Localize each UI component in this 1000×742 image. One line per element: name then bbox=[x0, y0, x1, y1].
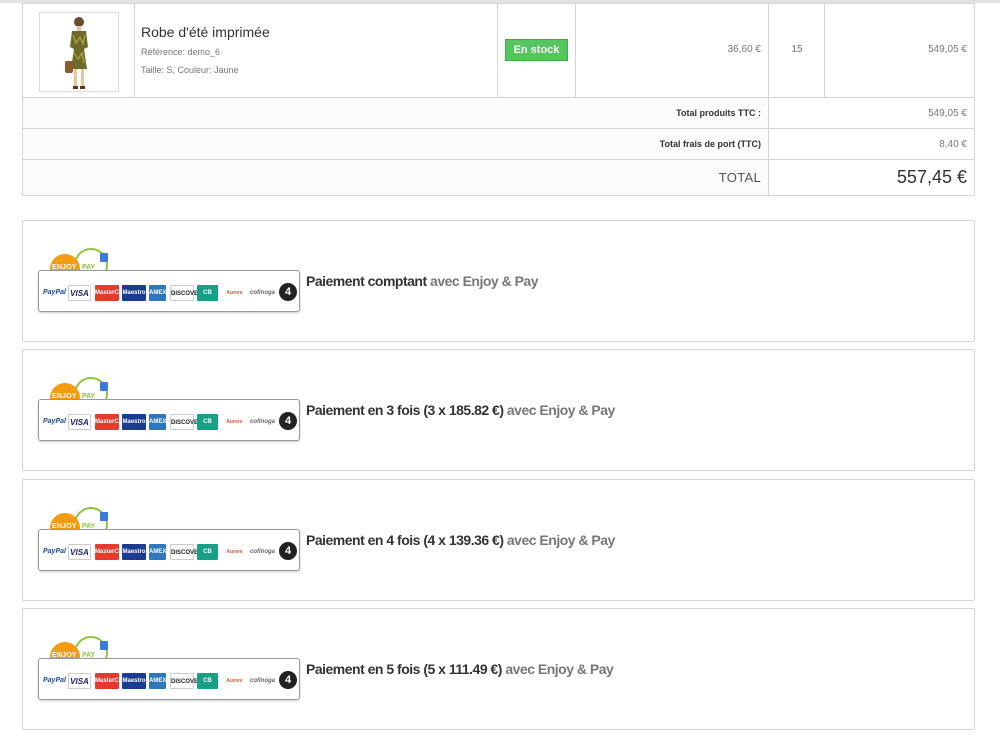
aurore-icon: Aurore bbox=[226, 290, 243, 296]
payment-option-suffix: avec Enjoy & Pay bbox=[426, 273, 538, 289]
grand-total-label: TOTAL bbox=[718, 170, 761, 185]
discover-icon: DISCOVER bbox=[170, 414, 202, 430]
payment-option-label[interactable]: Paiement en 4 fois (4 x 139.36 €) avec E… bbox=[306, 532, 615, 548]
total-products-label: Total produits TTC : bbox=[676, 108, 761, 118]
quantity-cell: 15 bbox=[769, 4, 825, 98]
amex-icon: AMEX bbox=[149, 673, 166, 689]
enjoy-pay-logo: ENJOY PAY PayPal VISA MasterCard Maestro… bbox=[38, 636, 300, 700]
visa-icon: VISA bbox=[68, 544, 91, 560]
maestro-icon: Maestro bbox=[122, 414, 146, 430]
product-availability-cell: En stock bbox=[498, 4, 576, 98]
card-mini-icon bbox=[100, 382, 108, 391]
mastercard-icon: MasterCard bbox=[95, 673, 128, 689]
card-mini-icon bbox=[100, 512, 108, 521]
visa-icon: VISA bbox=[68, 673, 91, 689]
total-shipping-row: Total frais de port (TTC) 8,40 € bbox=[23, 128, 974, 159]
discover-icon: DISCOVER bbox=[170, 544, 202, 560]
payment-option-main: Paiement en 5 fois (5 x 111.49 €) bbox=[306, 661, 502, 677]
amex-icon: AMEX bbox=[149, 414, 166, 430]
product-description-cell: Robe d'été imprimée Référence: demo_6 Ta… bbox=[135, 4, 498, 98]
maestro-icon: Maestro bbox=[122, 544, 146, 560]
cb-icon: CB bbox=[197, 414, 218, 430]
carte-4-icon: 4 bbox=[279, 412, 297, 430]
payment-option-5x[interactable]: ENJOY PAY PayPal VISA MasterCard Maestro… bbox=[22, 608, 975, 730]
payment-option-suffix: avec Enjoy & Pay bbox=[503, 402, 615, 418]
payment-option-main: Paiement comptant bbox=[306, 273, 427, 289]
enjoy-pay-logo: ENJOY PAY PayPal VISA MasterCard Maestro… bbox=[38, 248, 300, 312]
total-shipping-value: 8,40 € bbox=[939, 139, 967, 150]
visa-icon: VISA bbox=[68, 414, 91, 430]
total-products-value: 549,05 € bbox=[928, 108, 967, 119]
total-shipping-label-cell: Total frais de port (TTC) bbox=[23, 129, 769, 159]
total-products-label-cell: Total produits TTC : bbox=[23, 98, 769, 128]
paypal-icon: PayPal bbox=[43, 418, 66, 425]
maestro-icon: Maestro bbox=[122, 285, 146, 301]
cb-icon: CB bbox=[197, 544, 218, 560]
cart-summary-table: Robe d'été imprimée Référence: demo_6 Ta… bbox=[22, 3, 975, 196]
payment-option-suffix: avec Enjoy & Pay bbox=[503, 532, 615, 548]
line-total: 549,05 € bbox=[928, 44, 967, 55]
maestro-icon: Maestro bbox=[122, 673, 146, 689]
enjoy-pay-logo: ENJOY PAY PayPal VISA MasterCard Maestro… bbox=[38, 377, 300, 441]
accepted-cards-strip: PayPal VISA MasterCard Maestro AMEX DISC… bbox=[38, 658, 300, 700]
paypal-icon: PayPal bbox=[43, 548, 66, 555]
card-mini-icon bbox=[100, 641, 108, 650]
grand-total-value: 557,45 € bbox=[896, 167, 967, 187]
payment-option-3x[interactable]: ENJOY PAY PayPal VISA MasterCard Maestro… bbox=[22, 349, 975, 471]
mastercard-icon: MasterCard bbox=[95, 285, 128, 301]
aurore-icon: Aurore bbox=[226, 419, 243, 425]
carte-4-icon: 4 bbox=[279, 542, 297, 560]
aurore-icon: Aurore bbox=[226, 549, 243, 555]
cart-product-row: Robe d'été imprimée Référence: demo_6 Ta… bbox=[23, 4, 974, 98]
mastercard-icon: MasterCard bbox=[95, 544, 128, 560]
carte-4-icon: 4 bbox=[279, 283, 297, 301]
mastercard-icon: MasterCard bbox=[95, 414, 128, 430]
accepted-cards-strip: PayPal VISA MasterCard Maestro AMEX DISC… bbox=[38, 399, 300, 441]
product-reference: Référence: demo_6 bbox=[141, 47, 221, 57]
aurore-icon: Aurore bbox=[226, 678, 243, 684]
line-total-cell: 549,05 € bbox=[825, 4, 974, 98]
dress-model-image bbox=[65, 17, 88, 89]
product-attributes: Taille: S, Couleur: Jaune bbox=[141, 65, 239, 75]
product-thumbnail-cell bbox=[23, 4, 135, 98]
accepted-cards-strip: PayPal VISA MasterCard Maestro AMEX DISC… bbox=[38, 270, 300, 312]
total-products-row: Total produits TTC : 549,05 € bbox=[23, 97, 974, 128]
payment-option-suffix: avec Enjoy & Pay bbox=[501, 661, 614, 677]
payment-option-label[interactable]: Paiement en 5 fois (5 x 111.49 €) avec E… bbox=[306, 661, 614, 677]
paypal-icon: PayPal bbox=[43, 289, 66, 296]
payment-option-main: Paiement en 3 fois (3 x 185.82 €) bbox=[306, 402, 504, 418]
cofinoga-icon: cofinoga bbox=[250, 678, 275, 684]
stock-status-badge: En stock bbox=[505, 39, 568, 61]
cofinoga-icon: cofinoga bbox=[250, 419, 275, 425]
total-shipping-label: Total frais de port (TTC) bbox=[659, 139, 761, 149]
unit-price: 36,60 € bbox=[727, 44, 761, 55]
payment-option-cash[interactable]: ENJOY PAY PayPal VISA MasterCard Maestro… bbox=[22, 220, 975, 342]
payment-option-4x[interactable]: ENJOY PAY PayPal VISA MasterCard Maestro… bbox=[22, 479, 975, 601]
paypal-icon: PayPal bbox=[43, 677, 66, 684]
payment-option-label[interactable]: Paiement comptant avec Enjoy & Pay bbox=[306, 273, 538, 289]
amex-icon: AMEX bbox=[149, 285, 166, 301]
discover-icon: DISCOVER bbox=[170, 285, 202, 301]
cofinoga-icon: cofinoga bbox=[250, 290, 275, 296]
grand-total-row: TOTAL 557,45 € bbox=[23, 159, 974, 195]
accepted-cards-strip: PayPal VISA MasterCard Maestro AMEX DISC… bbox=[38, 529, 300, 571]
cb-icon: CB bbox=[197, 673, 218, 689]
product-name-link[interactable]: Robe d'été imprimée bbox=[141, 24, 270, 40]
discover-icon: DISCOVER bbox=[170, 673, 202, 689]
enjoy-pay-logo: ENJOY PAY PayPal VISA MasterCard Maestro… bbox=[38, 507, 300, 571]
cb-icon: CB bbox=[197, 285, 218, 301]
carte-4-icon: 4 bbox=[279, 671, 297, 689]
quantity-value: 15 bbox=[791, 44, 803, 55]
visa-icon: VISA bbox=[68, 285, 91, 301]
product-thumbnail[interactable] bbox=[39, 12, 119, 92]
amex-icon: AMEX bbox=[149, 544, 166, 560]
unit-price-cell: 36,60 € bbox=[576, 4, 769, 98]
grand-total-label-cell: TOTAL bbox=[23, 160, 769, 195]
payment-option-label[interactable]: Paiement en 3 fois (3 x 185.82 €) avec E… bbox=[306, 402, 615, 418]
card-mini-icon bbox=[100, 253, 108, 262]
payment-option-main: Paiement en 4 fois (4 x 139.36 €) bbox=[306, 532, 504, 548]
cofinoga-icon: cofinoga bbox=[250, 549, 275, 555]
